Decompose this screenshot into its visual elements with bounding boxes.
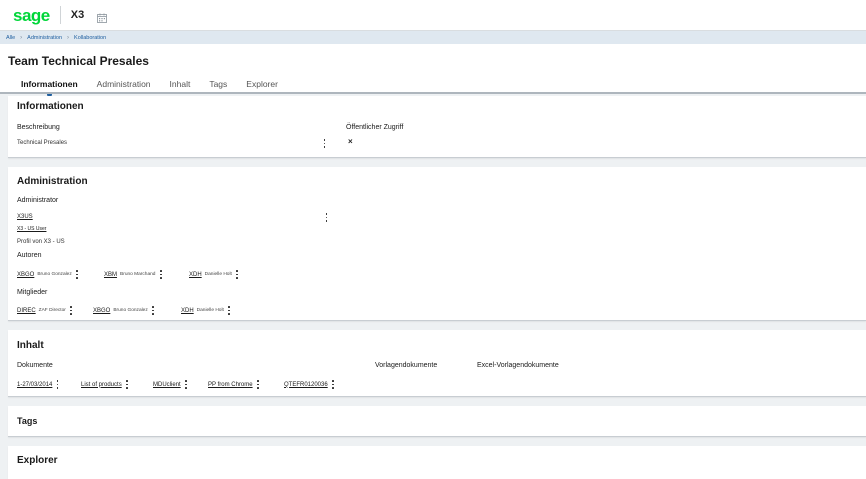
document-chip: MDUclient [153,380,188,389]
tags-section: Tags [8,406,866,437]
document-more-icon[interactable] [56,380,59,389]
description-label: Beschreibung [17,124,60,131]
administration-section-title: Administration [17,176,88,187]
author-more-icon[interactable] [159,270,162,279]
document-link[interactable]: MDUclient [153,382,181,388]
author-chip: XDH Danielle Holt [189,270,239,279]
author-code-link[interactable]: XBGO [17,272,34,278]
document-more-icon[interactable] [126,380,129,389]
administrator-more-icon[interactable] [325,213,328,222]
administration-section: Administration Administrator X3US X3 - U… [8,167,866,321]
breadcrumb-item-all[interactable]: Alle [6,35,15,41]
excel-template-documents-label: Excel-Vorlagendokumente [477,362,559,369]
chevron-right-icon: › [20,34,23,41]
document-more-icon[interactable] [332,380,335,389]
member-name: ZAF Director [38,308,66,313]
document-chip: 1-27/03/2014 [17,380,59,389]
members-label: Mitglieder [17,289,48,296]
author-name: Danielle Holt [204,272,232,277]
template-documents-label: Vorlagendokumente [375,362,438,369]
member-code-link[interactable]: XBGO [93,308,110,314]
document-link[interactable]: 1-27/03/2014 [17,382,52,388]
explorer-section-title: Explorer [17,455,58,466]
member-chip: XDH Danielle Holt [181,306,231,315]
author-code-link[interactable]: XDH [189,272,202,278]
administrator-label: Administrator [17,197,59,204]
public-access-label: Öffentlicher Zugriff [346,124,404,131]
member-code-link[interactable]: DIREC [17,308,36,314]
document-link[interactable]: PP from Chrome [208,382,253,388]
page-title: Team Technical Presales [8,54,149,68]
authors-label: Autoren [17,252,42,259]
breadcrumb-item-collaboration[interactable]: Kollaboration [74,35,106,41]
document-chip: QTEFR0120036 [284,380,335,389]
info-section-title: Informationen [17,101,84,112]
description-value: Technical Presales [17,140,68,146]
author-chip: XBGO Bruno Gonzalez [17,270,79,279]
breadcrumb-item-administration[interactable]: Administration [27,35,62,41]
header-divider [0,92,866,94]
administrator-profile: Profil von X3 - US [17,239,65,245]
chevron-right-icon: › [67,34,70,41]
administrator-code-link[interactable]: X3US [17,214,33,220]
description-more-icon[interactable] [323,139,326,148]
document-more-icon[interactable] [257,380,260,389]
document-link[interactable]: QTEFR0120036 [284,382,328,388]
tags-section-title: Tags [17,416,38,426]
document-chip: List of products [81,380,129,389]
author-more-icon[interactable] [236,270,239,279]
author-chip: XBM Bruno Marchand [104,270,162,279]
administrator-user-link[interactable]: X3 - US User [17,226,46,232]
document-chip: PP from Chrome [208,380,260,389]
top-bar: sage X3 [0,0,866,31]
info-section: Informationen Beschreibung Technical Pre… [8,96,866,158]
member-name: Bruno Gonzalez [113,308,148,313]
author-name: Bruno Marchand [120,272,156,277]
page-header: Team Technical Presales Informationen Ad… [0,44,866,97]
member-more-icon[interactable] [228,306,231,315]
app-code: X3 [70,9,85,21]
content-section-title: Inhalt [17,340,44,351]
explorer-section: Explorer [8,446,866,479]
member-more-icon[interactable] [152,306,155,315]
member-name: Danielle Holt [196,308,224,313]
close-icon: × [348,137,353,146]
member-chip: XBGO Bruno Gonzalez [93,306,155,315]
documents-label: Dokumente [17,362,53,369]
document-link[interactable]: List of products [81,382,122,388]
member-more-icon[interactable] [70,306,73,315]
author-name: Bruno Gonzalez [37,272,72,277]
author-more-icon[interactable] [76,270,79,279]
topbar-divider [59,6,61,24]
breadcrumb: Alle › Administration › Kollaboration [0,31,866,44]
author-code-link[interactable]: XBM [104,272,117,278]
member-code-link[interactable]: XDH [181,308,194,314]
content-section: Inhalt Dokumente Vorlagendokumente Excel… [8,330,866,397]
document-more-icon[interactable] [185,380,188,389]
sage-logo[interactable]: sage [13,7,50,24]
member-chip: DIREC ZAF Director [17,306,73,315]
calendar-icon[interactable] [97,10,108,23]
